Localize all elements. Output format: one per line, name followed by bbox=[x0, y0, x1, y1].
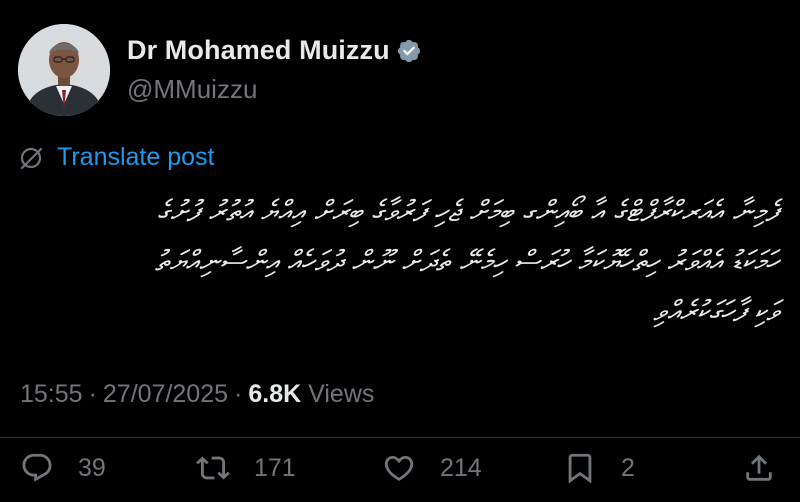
avatar-portrait-image bbox=[18, 24, 110, 116]
author-handle[interactable]: @MMuizzu bbox=[127, 74, 422, 105]
post-meta: 15:55 · 27/07/2025 · 6.8K Views bbox=[20, 380, 374, 409]
translate-post-link[interactable]: Translate post bbox=[18, 143, 214, 172]
post-text-line: ވަކި ފާހަގަކުރެއްވި bbox=[653, 294, 778, 328]
avatar[interactable] bbox=[18, 24, 110, 116]
display-name[interactable]: Dr Mohamed Muizzu bbox=[127, 35, 390, 66]
like-button[interactable]: 214 bbox=[382, 446, 482, 490]
bookmark-count: 2 bbox=[621, 453, 635, 482]
verified-badge-icon[interactable] bbox=[396, 38, 422, 64]
post-text-line: ހަމަކަޑު އެއްވަރު ހިތްހެޔޮކަމާ ހުރަސް ހި… bbox=[154, 244, 778, 278]
reply-count: 39 bbox=[78, 453, 106, 482]
views-label: Views bbox=[308, 380, 375, 408]
post-date[interactable]: 27/07/2025 bbox=[103, 380, 228, 409]
reply-icon bbox=[22, 453, 52, 482]
meta-separator: · bbox=[88, 380, 97, 408]
author-names: Dr Mohamed Muizzu @MMuizzu bbox=[127, 35, 422, 105]
repost-button[interactable]: 171 bbox=[196, 446, 296, 490]
globe-slash-icon bbox=[18, 145, 44, 171]
display-name-row: Dr Mohamed Muizzu bbox=[127, 35, 422, 66]
meta-separator: · bbox=[234, 380, 243, 408]
heart-icon bbox=[384, 455, 414, 481]
share-button[interactable] bbox=[742, 446, 776, 490]
like-count: 214 bbox=[440, 453, 482, 482]
post-time[interactable]: 15:55 bbox=[20, 380, 83, 409]
post-header: Dr Mohamed Muizzu @MMuizzu bbox=[18, 24, 788, 116]
repost-icon bbox=[196, 456, 230, 480]
post-text: ފެމިނާ އެއަރކްރާފްޓްގެ އާ ބޯއިންގ ބިމަށް… bbox=[8, 186, 778, 336]
post-text-line: ފެމިނާ އެއަރކްރާފްޓްގެ އާ ބޯއިންގ ބިމަށް… bbox=[157, 194, 778, 228]
divider bbox=[0, 437, 800, 438]
share-icon bbox=[746, 454, 772, 481]
bookmark-button[interactable]: 2 bbox=[563, 446, 635, 490]
views-count[interactable]: 6.8K bbox=[248, 380, 301, 409]
bookmark-icon bbox=[568, 453, 592, 484]
repost-count: 171 bbox=[254, 453, 296, 482]
translate-post-label[interactable]: Translate post bbox=[57, 143, 214, 172]
action-bar: 39 171 214 2 bbox=[0, 446, 800, 490]
reply-button[interactable]: 39 bbox=[20, 446, 106, 490]
